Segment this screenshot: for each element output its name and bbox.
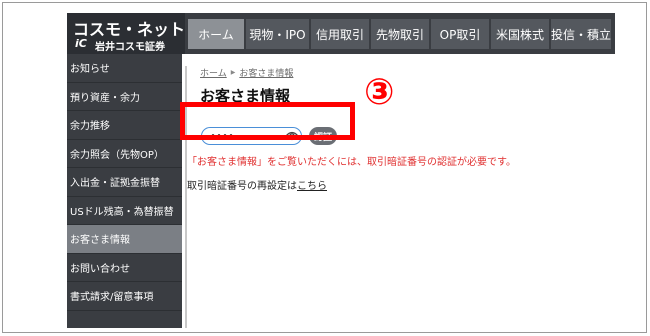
tab-options[interactable]: OP取引 (431, 19, 489, 49)
sidebar-item-margin-history[interactable]: 余力推移 (67, 111, 182, 140)
tab-margin-trading[interactable]: 信用取引 (311, 19, 369, 49)
tab-funds[interactable]: 投信・積立 (551, 19, 611, 49)
reset-password-text: 取引暗証番号の再設定はこちら (187, 177, 327, 192)
sidebar: お知らせ 預り資産・余力 余力推移 余力照会（先物OP） 入出金・証拠金振替 U… (67, 54, 182, 328)
tab-us-stocks[interactable]: 米国株式 (491, 19, 549, 49)
breadcrumb-home[interactable]: ホーム (200, 66, 227, 79)
highlight-box (180, 102, 355, 140)
sidebar-item-deposit[interactable]: 入出金・証拠金振替 (67, 168, 182, 197)
sidebar-item-notices[interactable]: お知らせ (67, 54, 182, 83)
breadcrumb: ホーム ▶ お客さま情報 (200, 66, 293, 79)
sidebar-item-usd[interactable]: USドル残高・為替振替 (67, 197, 182, 225)
reset-password-link[interactable]: こちら (297, 181, 327, 192)
tab-futures[interactable]: 先物取引 (371, 19, 429, 49)
step-number-badge: ③ (364, 72, 395, 113)
sidebar-item-documents[interactable]: 書式請求/留意事項 (67, 282, 182, 311)
site-logo[interactable]: コスモ・ネットレ iC 岩井コスモ証券 (67, 13, 201, 54)
tab-spot-ipo[interactable]: 現物・IPO (246, 19, 309, 49)
sidebar-item-margin-futures[interactable]: 余力照会（先物OP） (67, 140, 182, 168)
logo-company-name: 岩井コスモ証券 (95, 42, 165, 53)
logo-title: コスモ・ネットレ (73, 20, 202, 39)
top-header: コスモ・ネットレ iC 岩井コスモ証券 ホーム 現物・IPO 信用取引 先物取引… (67, 13, 615, 54)
sidebar-item-customer-info[interactable]: お客さま情報 (67, 225, 182, 254)
browser-screenshot: コスモ・ネットレ iC 岩井コスモ証券 ホーム 現物・IPO 信用取引 先物取引… (67, 13, 615, 328)
breadcrumb-arrow-icon: ▶ (230, 69, 236, 76)
error-message: 「お客さま情報」をご覧いただくには、取引暗証番号の認証が必要です。 (187, 157, 516, 168)
sidebar-item-assets[interactable]: 預り資産・余力 (67, 83, 182, 111)
main-content: ホーム ▶ お客さま情報 お客さま情報 認証 「お客さま情報」をご覧いただくには… (185, 54, 615, 328)
logo-mark-icon: iC (75, 37, 87, 50)
reset-prefix: 取引暗証番号の再設定は (187, 181, 297, 192)
sidebar-item-contact[interactable]: お問い合わせ (67, 254, 182, 282)
breadcrumb-customer-info[interactable]: お客さま情報 (239, 66, 293, 79)
main-nav: ホーム 現物・IPO 信用取引 先物取引 OP取引 米国株式 投信・積立 (188, 19, 613, 54)
tab-home[interactable]: ホーム (188, 19, 244, 49)
